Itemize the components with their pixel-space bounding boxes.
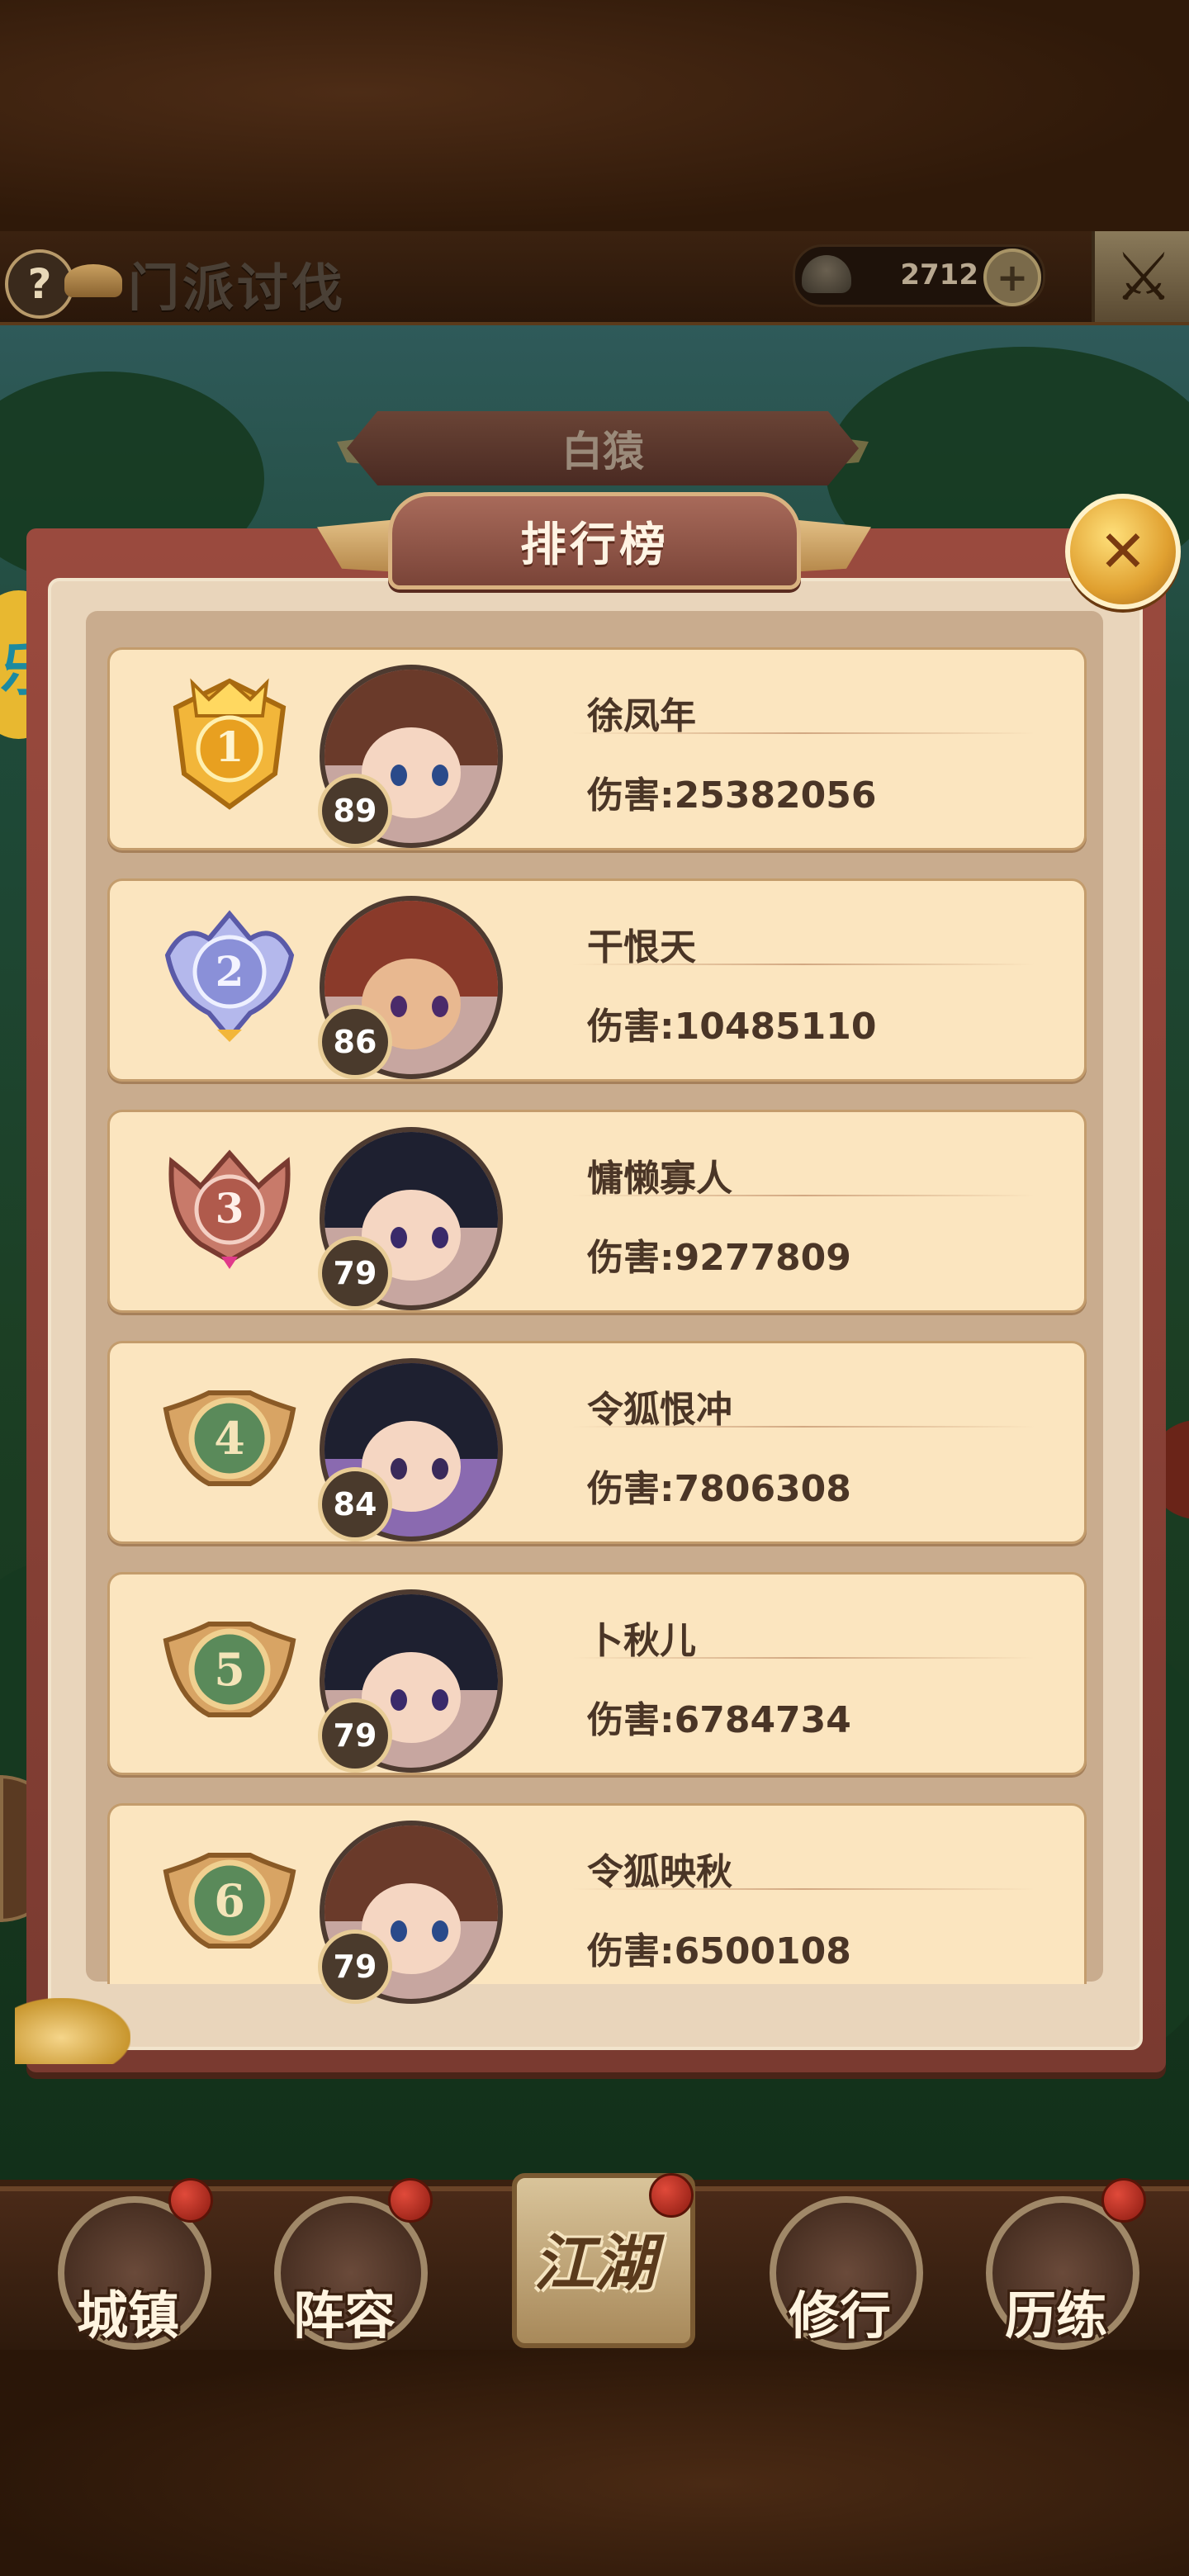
nav-town-button[interactable]: 城镇 xyxy=(50,2178,215,2353)
rank-number: 1 xyxy=(216,722,244,771)
nav-training-button[interactable]: 历练 xyxy=(978,2178,1146,2353)
currency-value: 2712 xyxy=(900,258,978,291)
top-header-bar: ? 门派讨伐 2712 + ⚔ xyxy=(0,231,1189,325)
rank-6-medal-icon: 6 xyxy=(163,1853,296,1949)
player-damage: 伤害:25382056 xyxy=(587,774,877,817)
player-name: 令狐映秋 xyxy=(587,1851,732,1893)
player-damage: 伤害:7806308 xyxy=(587,1468,851,1510)
bottom-background xyxy=(0,2345,1189,2576)
rank-number: 3 xyxy=(216,1184,244,1233)
crossed-swords-icon: ⚔ xyxy=(1114,238,1173,315)
cloud-ornament-icon xyxy=(15,1998,130,2064)
dialog-title: 排行榜 xyxy=(520,518,669,572)
row-divider xyxy=(572,964,1035,965)
row-divider xyxy=(572,1195,1035,1196)
notification-dot xyxy=(168,2178,213,2223)
ranking-row[interactable]: 4 84 令狐恨冲 伤害:7806308 xyxy=(107,1341,1087,1544)
nav-label: 阵容 xyxy=(292,2285,396,2346)
notification-dot xyxy=(388,2178,433,2223)
dialog-close-button[interactable]: ✕ xyxy=(1065,494,1181,609)
ranking-row[interactable]: 5 79 卜秋儿 伤害:6784734 xyxy=(107,1572,1087,1775)
nav-cultivation-button[interactable]: 修行 xyxy=(761,2188,926,2353)
page-title: 门派讨伐 xyxy=(128,258,347,318)
nav-lineup-button[interactable]: 阵容 xyxy=(266,2178,433,2353)
nav-label: 修行 xyxy=(788,2285,891,2346)
nav-label: 历练 xyxy=(1004,2285,1107,2346)
player-name: 慵懒寡人 xyxy=(587,1158,732,1200)
nav-label: 城镇 xyxy=(76,2285,179,2346)
player-name: 干恨天 xyxy=(587,926,696,968)
player-level-badge: 84 xyxy=(318,1467,392,1541)
boss-name: 白猿 xyxy=(561,428,644,476)
player-damage: 伤害:9277809 xyxy=(587,1237,851,1279)
rank-number: 2 xyxy=(216,947,244,996)
gold-ingot-icon xyxy=(802,255,851,293)
player-level-badge: 86 xyxy=(318,1005,392,1079)
player-level-badge: 79 xyxy=(318,1698,392,1773)
player-name: 徐凤年 xyxy=(587,695,696,737)
player-name: 卜秋儿 xyxy=(587,1620,696,1662)
notification-dot xyxy=(649,2173,694,2218)
crossed-swords-icon: ✕ xyxy=(1098,518,1148,585)
nav-label: 江湖 xyxy=(533,2228,656,2299)
rank-2-silver-medal-icon: 2 xyxy=(164,910,295,1042)
rank-3-bronze-medal-icon: 3 xyxy=(168,1149,291,1269)
player-level-badge: 89 xyxy=(318,774,392,848)
row-divider xyxy=(572,1426,1035,1428)
ranking-row[interactable]: 6 79 令狐映秋 伤害:6500108 xyxy=(107,1803,1087,2004)
currency-display: 2712 + xyxy=(793,244,1045,307)
row-divider xyxy=(572,1888,1035,1890)
row-divider xyxy=(572,732,1035,734)
notification-dot xyxy=(1101,2178,1146,2223)
nav-jianghu-button[interactable]: 江湖 xyxy=(495,2157,695,2348)
player-level-badge: 79 xyxy=(318,1236,392,1310)
rank-4-medal-icon: 4 xyxy=(163,1390,296,1486)
rank-1-gold-medal-icon: 1 xyxy=(173,678,287,810)
rank-5-medal-icon: 5 xyxy=(163,1622,296,1717)
rank-number: 6 xyxy=(214,1874,245,1927)
player-level-badge: 79 xyxy=(318,1930,392,2004)
exit-button[interactable]: ⚔ xyxy=(1092,231,1189,322)
dialog-title-plaque: 排行榜 xyxy=(388,492,801,590)
ranking-row[interactable]: 1 89 徐凤年 伤害:25382056 xyxy=(107,647,1087,850)
ranking-row[interactable]: 2 86 干恨天 伤害:10485110 xyxy=(107,878,1087,1082)
rank-number: 4 xyxy=(214,1412,245,1465)
help-icon: ? xyxy=(27,260,52,308)
ranking-row[interactable]: 3 79 慵懒寡人 伤害:9277809 xyxy=(107,1110,1087,1313)
player-name: 令狐恨冲 xyxy=(587,1389,732,1431)
player-damage: 伤害:6500108 xyxy=(587,1930,851,1972)
add-currency-button[interactable]: + xyxy=(983,249,1041,306)
player-damage: 伤害:10485110 xyxy=(587,1006,877,1048)
rank-number: 5 xyxy=(214,1643,245,1696)
hat-icon xyxy=(64,264,122,297)
top-background xyxy=(0,0,1189,231)
row-divider xyxy=(572,1657,1035,1659)
player-damage: 伤害:6784734 xyxy=(587,1699,851,1741)
boss-name-banner: 白猿 xyxy=(347,411,859,485)
